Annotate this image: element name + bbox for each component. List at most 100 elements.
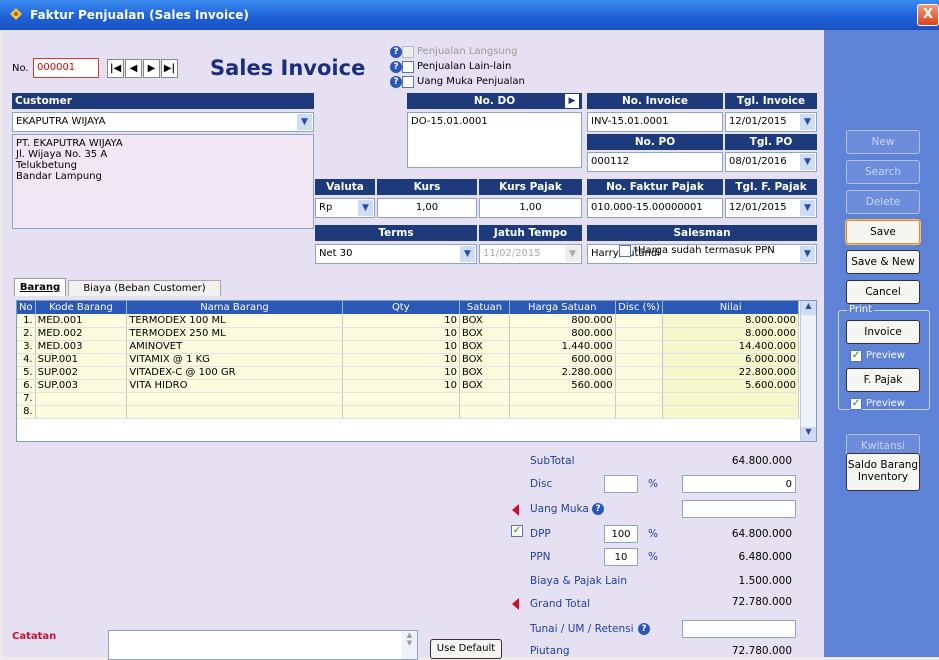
catatan-scrollbar[interactable]: ▲ ▼ xyxy=(402,631,417,659)
chevron-down-icon[interactable]: ▼ xyxy=(297,114,312,130)
table-row[interactable]: 5. SUP.002 VITADEX-C @ 100 GR 10 BOX 2.280.00… xyxy=(17,366,799,380)
table-cell[interactable]: 10 xyxy=(342,327,460,341)
chevron-down-icon[interactable]: ▼ xyxy=(800,246,815,262)
table-cell[interactable] xyxy=(615,379,664,393)
table-cell[interactable]: BOX xyxy=(459,327,510,341)
table-cell[interactable] xyxy=(662,405,799,419)
table-cell[interactable] xyxy=(615,314,664,328)
table-cell[interactable] xyxy=(615,340,664,354)
table-cell[interactable]: 14.400.000 xyxy=(662,340,799,354)
table-cell[interactable] xyxy=(459,405,510,419)
table-cell[interactable]: 8. xyxy=(17,405,36,419)
table-cell[interactable] xyxy=(509,405,616,419)
prev-record-icon[interactable]: ◀ xyxy=(125,59,142,78)
table-cell[interactable]: 6.000.000 xyxy=(662,353,799,367)
ppn-checkbox[interactable]: ✓ xyxy=(511,525,523,537)
table-cell[interactable]: 5.600.000 xyxy=(662,379,799,393)
terms-select[interactable]: Net 30 ▼ xyxy=(315,244,477,264)
scroll-up-icon[interactable]: ▲ xyxy=(801,301,816,315)
table-cell[interactable]: BOX xyxy=(459,314,510,328)
valuta-select[interactable]: Rp ▼ xyxy=(315,198,375,218)
table-cell[interactable]: 6. xyxy=(17,379,36,393)
grid-scrollbar[interactable]: ▲ ▼ xyxy=(800,301,816,441)
table-cell[interactable] xyxy=(509,392,616,406)
chevron-down-icon[interactable]: ▼ xyxy=(358,200,373,216)
table-cell[interactable] xyxy=(35,405,128,419)
help-icon[interactable]: ? xyxy=(390,61,402,73)
table-cell[interactable]: 10 xyxy=(342,366,460,380)
save-new-button[interactable]: Save & New xyxy=(846,250,920,274)
table-cell[interactable] xyxy=(35,392,128,406)
table-cell[interactable]: MED.002 xyxy=(35,327,128,341)
table-cell[interactable]: 10 xyxy=(342,340,460,354)
col-header[interactable]: Disc (%) xyxy=(615,301,664,314)
col-header[interactable]: Nilai xyxy=(662,301,799,314)
table-cell[interactable]: 22.800.000 xyxy=(662,366,799,380)
table-cell[interactable]: 3. xyxy=(17,340,36,354)
table-cell[interactable]: 8.000.000 xyxy=(662,314,799,328)
table-cell[interactable]: SUP.002 xyxy=(35,366,128,380)
table-cell[interactable]: BOX xyxy=(459,340,510,354)
invoice-preview-checkbox[interactable]: ✓ xyxy=(850,350,862,362)
penjualan-lain-checkbox[interactable] xyxy=(402,61,414,73)
scroll-down-icon[interactable]: ▼ xyxy=(801,427,816,441)
saldo-barang-button[interactable]: Saldo Barang Inventory xyxy=(846,453,920,491)
table-cell[interactable]: VITAMIX @ 1 KG xyxy=(126,353,343,367)
close-button[interactable]: X xyxy=(917,4,939,26)
table-cell[interactable]: BOX xyxy=(459,353,510,367)
disc-pct-input[interactable] xyxy=(604,475,638,493)
table-row[interactable]: 6. SUP.003 VITA HIDRO 10 BOX 560.000 5.600.000 xyxy=(17,379,799,393)
help-icon[interactable]: ? xyxy=(592,503,604,515)
table-cell[interactable] xyxy=(126,392,343,406)
po-date-input[interactable]: 08/01/2016 ▼ xyxy=(725,152,817,172)
first-record-icon[interactable]: |◀ xyxy=(107,59,124,78)
ppn-pct-input[interactable]: 10 xyxy=(604,548,638,566)
col-header[interactable]: Qty xyxy=(342,301,460,314)
tab-biaya[interactable]: Biaya (Beban Customer) xyxy=(68,280,221,296)
dpp-pct-input[interactable]: 100 xyxy=(604,525,638,543)
kurs-pajak-input[interactable]: 1,00 xyxy=(479,198,582,218)
table-cell[interactable]: 4. xyxy=(17,353,36,367)
table-cell[interactable]: BOX xyxy=(459,366,510,380)
table-cell[interactable]: 800.000 xyxy=(509,327,616,341)
customer-select[interactable]: EKAPUTRA WIJAYA ▼ xyxy=(12,112,314,132)
table-cell[interactable]: 7. xyxy=(17,392,36,406)
col-header[interactable]: Harga Satuan xyxy=(509,301,616,314)
tunai-input[interactable] xyxy=(682,620,796,638)
col-header[interactable]: No xyxy=(17,301,36,314)
table-cell[interactable] xyxy=(342,405,460,419)
col-header[interactable]: Nama Barang xyxy=(126,301,343,314)
chevron-down-icon[interactable]: ▼ xyxy=(800,200,815,216)
table-cell[interactable]: AMINOVET xyxy=(126,340,343,354)
chevron-down-icon[interactable]: ▼ xyxy=(800,154,815,170)
table-cell[interactable] xyxy=(615,353,664,367)
fpajak-preview-checkbox[interactable]: ✓ xyxy=(850,398,862,410)
table-cell[interactable]: 560.000 xyxy=(509,379,616,393)
table-cell[interactable] xyxy=(615,327,664,341)
last-record-icon[interactable]: ▶| xyxy=(161,59,178,78)
table-cell[interactable] xyxy=(459,392,510,406)
disc-value-input[interactable]: 0 xyxy=(682,475,796,493)
table-cell[interactable] xyxy=(126,405,343,419)
table-cell[interactable]: SUP.001 xyxy=(35,353,128,367)
uang-muka-checkbox[interactable] xyxy=(402,76,414,88)
help-icon[interactable]: ? xyxy=(638,623,650,635)
po-no-input[interactable]: 000112 xyxy=(587,152,723,172)
table-cell[interactable]: 1.440.000 xyxy=(509,340,616,354)
table-cell[interactable]: TERMODEX 100 ML xyxy=(126,314,343,328)
faktur-pajak-date-input[interactable]: 12/01/2015 ▼ xyxy=(725,198,817,218)
table-cell[interactable]: MED.003 xyxy=(35,340,128,354)
do-list[interactable]: DO-15.01.0001 xyxy=(407,112,582,168)
cancel-button[interactable]: Cancel xyxy=(846,280,920,304)
table-cell[interactable]: 800.000 xyxy=(509,314,616,328)
table-cell[interactable]: BOX xyxy=(459,379,510,393)
table-cell[interactable]: 10 xyxy=(342,379,460,393)
save-button[interactable]: Save xyxy=(846,220,920,244)
help-icon[interactable]: ? xyxy=(390,46,402,58)
play-icon[interactable]: ▶ xyxy=(565,94,579,108)
table-cell[interactable]: 2.280.000 xyxy=(509,366,616,380)
print-fpajak-button[interactable]: F. Pajak xyxy=(846,368,920,392)
help-icon[interactable]: ? xyxy=(390,76,402,88)
print-invoice-button[interactable]: Invoice xyxy=(846,320,920,344)
col-header[interactable]: Kode Barang xyxy=(35,301,128,314)
